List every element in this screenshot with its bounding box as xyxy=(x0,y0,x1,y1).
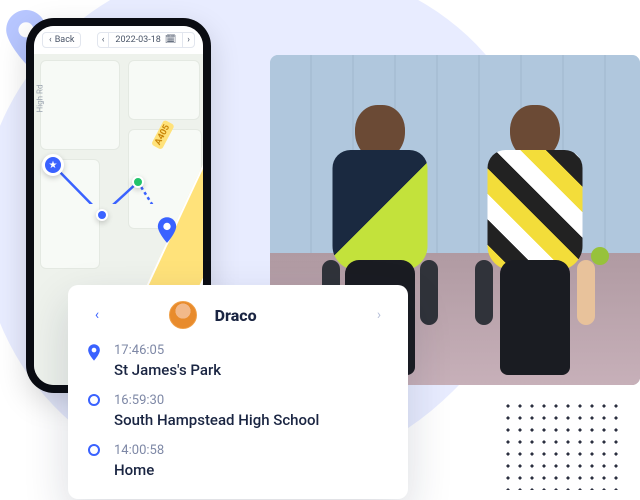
location-time: 14:00:58 xyxy=(114,443,164,458)
next-user-button[interactable]: › xyxy=(368,304,390,326)
date-next-button[interactable]: › xyxy=(182,32,195,48)
avatar[interactable] xyxy=(169,301,197,329)
pin-icon xyxy=(87,344,101,366)
chevron-left-icon: ‹ xyxy=(49,35,52,45)
apple-icon xyxy=(591,247,609,265)
current-pin-icon[interactable] xyxy=(132,176,144,188)
ring-icon xyxy=(88,444,100,456)
top-bar: ‹ Back ‹ 2022-03-18 🗓 › xyxy=(34,26,203,54)
location-row[interactable]: 14:00:58 Home xyxy=(86,443,390,479)
ring-icon xyxy=(88,394,100,406)
location-row[interactable]: 17:46:05 St James's Park xyxy=(86,343,390,379)
date-display[interactable]: 2022-03-18 🗓 xyxy=(109,32,182,48)
location-place: St James's Park xyxy=(114,361,221,379)
location-history-card: ‹ Draco › 17:46:05 St James's Park 16:59:… xyxy=(68,285,408,499)
calendar-icon: 🗓 xyxy=(165,35,176,45)
user-name: Draco xyxy=(215,306,257,325)
location-row[interactable]: 16:59:30 South Hampstead High School xyxy=(86,393,390,429)
route-line xyxy=(34,54,203,204)
card-header: ‹ Draco › xyxy=(86,301,390,329)
origin-pin-icon[interactable]: ★ xyxy=(42,154,64,176)
back-button[interactable]: ‹ Back xyxy=(42,32,81,48)
location-place: Home xyxy=(114,461,164,479)
dot-grid-decoration xyxy=(502,400,622,490)
prev-user-button[interactable]: ‹ xyxy=(86,304,108,326)
back-label: Back xyxy=(55,35,75,45)
date-text: 2022-03-18 xyxy=(115,35,160,45)
destination-pin-icon[interactable] xyxy=(156,217,178,249)
location-place: South Hampstead High School xyxy=(114,411,319,429)
waypoint-pin-icon[interactable] xyxy=(96,209,108,221)
date-picker[interactable]: ‹ 2022-03-18 🗓 › xyxy=(97,32,195,48)
location-time: 17:46:05 xyxy=(114,343,221,358)
location-time: 16:59:30 xyxy=(114,393,319,408)
date-prev-button[interactable]: ‹ xyxy=(97,32,110,48)
location-list: 17:46:05 St James's Park 16:59:30 South Ha… xyxy=(86,343,390,479)
canvas: ‹ Back ‹ 2022-03-18 🗓 › High Rd A405 xyxy=(0,0,640,500)
